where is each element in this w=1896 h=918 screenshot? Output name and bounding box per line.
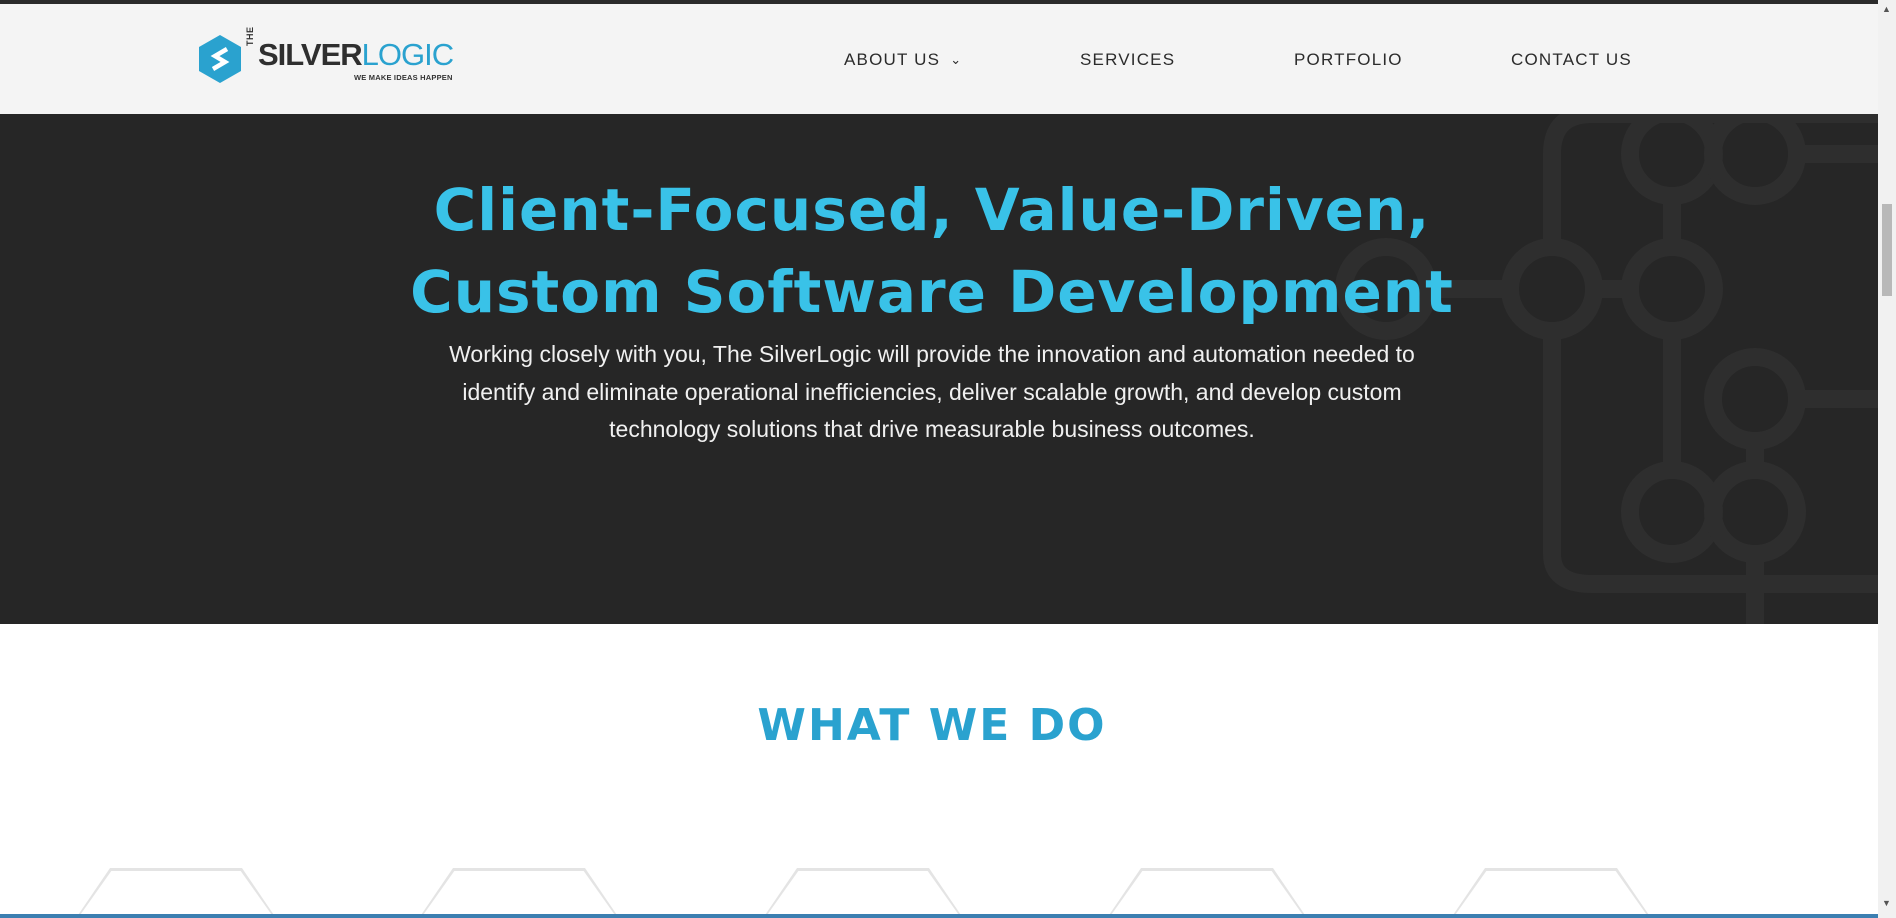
service-card[interactable] [78,871,274,918]
chevron-down-icon: ⌄ [950,52,963,67]
hexagon-logo-icon [199,35,241,83]
service-card[interactable] [765,871,961,918]
logo-tagline: WE MAKE IDEAS HAPPEN [354,73,453,82]
logo-wordmark: SILVERLOGIC [258,37,454,72]
service-card[interactable] [1453,871,1649,918]
nav-services[interactable]: SERVICES [1080,50,1175,70]
nav-contact-us[interactable]: CONTACT US [1511,50,1632,70]
site-logo[interactable]: THE SILVERLOGIC WE MAKE IDEAS HAPPEN [198,27,454,86]
hero-title: Client-Focused, Value-Driven, Custom Sof… [0,169,1864,333]
site-header: THE SILVERLOGIC WE MAKE IDEAS HAPPEN ABO… [0,4,1878,114]
logo-silver-text: SILVER [258,37,363,72]
scroll-down-arrow-icon[interactable]: ▼ [1882,898,1891,908]
nav-about-us[interactable]: ABOUT US ⌄ [844,50,962,70]
page-scrollbar[interactable]: ▲ ▼ [1878,0,1896,918]
hero-section: Client-Focused, Value-Driven, Custom Sof… [0,114,1878,624]
what-we-do-heading: WHAT WE DO [757,700,1107,751]
nav-portfolio[interactable]: PORTFOLIO [1294,50,1403,70]
hero-description: Working closely with you, The SilverLogi… [449,341,1415,442]
taskbar-edge [0,914,1878,918]
logo-the-text: THE [245,26,255,47]
service-card[interactable] [421,871,617,918]
scroll-up-arrow-icon[interactable]: ▲ [1882,4,1891,14]
scrollbar-thumb[interactable] [1882,204,1892,296]
service-card[interactable] [1109,871,1305,918]
hero-title-line-1: Client-Focused, Value-Driven, [433,176,1431,244]
logo-logic-text: LOGIC [361,37,454,72]
nav-about-us-label: ABOUT US [844,50,941,69]
hero-title-line-2: Custom Software Development [410,258,1454,326]
